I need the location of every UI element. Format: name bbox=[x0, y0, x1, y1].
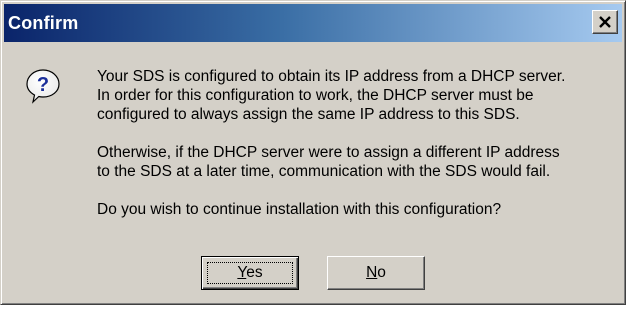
no-button-label: No bbox=[366, 264, 386, 281]
message-text: Your SDS is configured to obtain its IP … bbox=[97, 67, 617, 238]
yes-button-label: Yes bbox=[237, 264, 263, 281]
yes-button[interactable]: Yes bbox=[201, 256, 299, 290]
close-button[interactable] bbox=[592, 10, 618, 34]
message-paragraph-1: Your SDS is configured to obtain its IP … bbox=[97, 68, 566, 123]
dialog-body: ? Your SDS is configured to obtain its I… bbox=[1, 42, 625, 304]
svg-text:?: ? bbox=[37, 74, 49, 96]
title-bar[interactable]: Confirm bbox=[4, 4, 622, 42]
question-icon: ? bbox=[25, 68, 61, 104]
button-row: Yes No bbox=[1, 256, 625, 290]
message-paragraph-2: Otherwise, if the DHCP server were to as… bbox=[97, 144, 560, 180]
dialog-title: Confirm bbox=[8, 12, 79, 33]
confirm-dialog: Confirm ? Your SDS is configured to obta… bbox=[0, 0, 626, 305]
close-icon bbox=[598, 16, 612, 28]
message-paragraph-3: Do you wish to continue installation wit… bbox=[97, 201, 502, 218]
no-button[interactable]: No bbox=[327, 256, 425, 290]
